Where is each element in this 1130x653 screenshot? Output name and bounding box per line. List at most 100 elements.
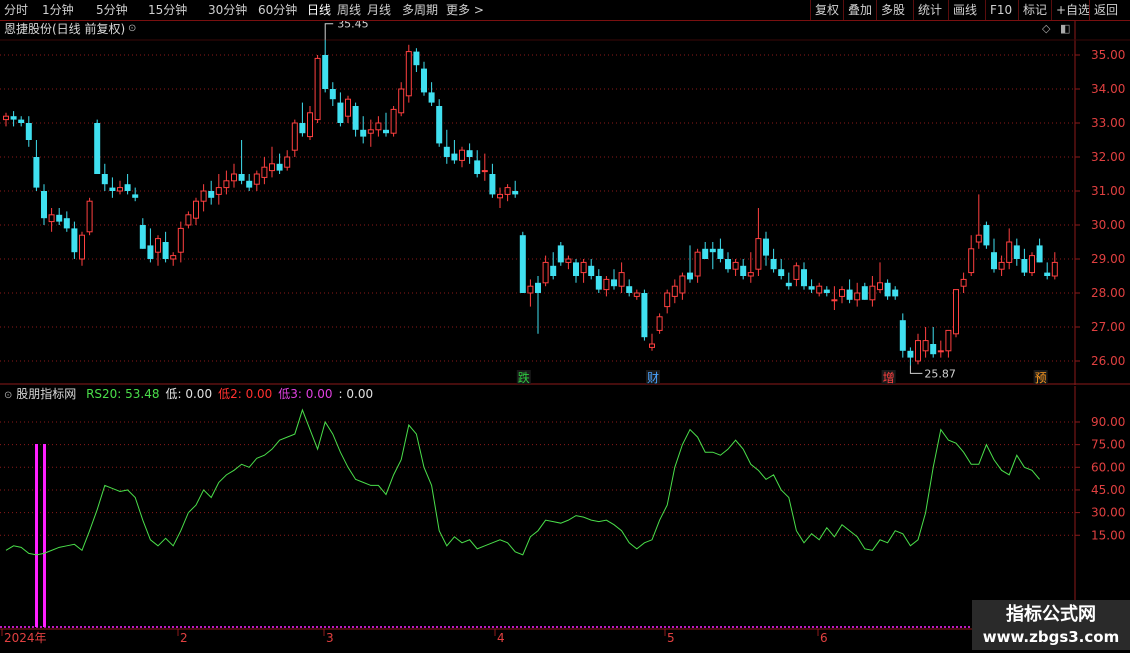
candle-body-up xyxy=(215,187,222,195)
toolbar-separator xyxy=(810,0,811,20)
toolbar-tab-1[interactable]: 1分钟 xyxy=(42,2,74,18)
candle-body-up xyxy=(565,258,572,263)
candle-body-up xyxy=(170,255,177,260)
candle-body-up xyxy=(618,272,625,287)
candle-body-up xyxy=(284,156,291,168)
candle-body-up xyxy=(231,173,237,182)
candle-body-down xyxy=(360,129,367,137)
event-marker-0[interactable]: 跌 xyxy=(518,370,530,385)
toolbar-tab-7[interactable]: 周线 xyxy=(337,2,361,18)
candle-body-up xyxy=(915,340,921,362)
toolbar-tab-6[interactable]: 日线 xyxy=(307,2,331,18)
price-label: 32.00 xyxy=(1091,150,1125,164)
candle-body-up xyxy=(314,57,321,121)
toolbar-tab-9[interactable]: 多周期 xyxy=(402,2,438,18)
candle-body-down xyxy=(41,191,47,219)
event-marker-2[interactable]: 增 xyxy=(883,371,895,385)
toolbar-separator xyxy=(985,0,986,20)
candle-body-up xyxy=(1029,255,1035,274)
legend-item-1: 低: 0.00 xyxy=(165,387,213,401)
candle-body-up xyxy=(117,187,123,192)
price-label: 28.00 xyxy=(1091,286,1125,300)
candle-body-up xyxy=(223,180,230,189)
toolbar-separator xyxy=(913,0,914,20)
rs20-line xyxy=(5,408,1040,556)
candle-body-up xyxy=(86,200,93,233)
candle-body-up xyxy=(398,88,405,114)
candle-body-down xyxy=(770,259,777,270)
candle-body-down xyxy=(474,160,481,174)
candle-body-down xyxy=(573,262,579,276)
toolbar-btn-6[interactable]: 标记 xyxy=(1023,2,1047,18)
candle-body-up xyxy=(481,170,488,173)
candle-body-down xyxy=(899,320,906,351)
candle-body-down xyxy=(801,269,807,287)
event-marker-1[interactable]: 财 xyxy=(647,371,659,385)
candle-body-up xyxy=(877,282,883,291)
candle-body-up xyxy=(269,163,275,172)
toolbar-btn-2[interactable]: 多股 xyxy=(881,2,905,18)
panel-toggle-icon[interactable]: ◧ xyxy=(1060,21,1070,37)
toolbar-tab-4[interactable]: 30分钟 xyxy=(208,2,247,18)
candle-body-up xyxy=(307,112,313,138)
toolbar-btn-7[interactable]: +自选 xyxy=(1056,2,1090,18)
indicator-panel[interactable]: 90.00 75.00 60.00 45.00 30.00 15.00 2024年 2 3 4 5 6… xyxy=(0,386,1130,650)
indicator-name: 股朋指标网 xyxy=(16,387,77,401)
title-dropdown-icon[interactable]: ⊙ xyxy=(128,21,136,37)
indicator-menu-icon[interactable]: ⊙ xyxy=(4,390,12,401)
candle-body-down xyxy=(740,265,747,276)
price-chart-panel[interactable]: 35.00 34.00 33.00 32.00 31.00 30.00 29.00 28.00… xyxy=(0,18,1130,385)
candle-body-up xyxy=(291,122,298,151)
candle-body-up xyxy=(816,285,823,294)
toolbar-tab-5[interactable]: 60分钟 xyxy=(258,2,297,18)
ind-axis-label: 45.00 xyxy=(1091,483,1125,497)
low-marker-line xyxy=(909,365,923,374)
candle-body-down xyxy=(383,129,389,134)
candle-body-down xyxy=(983,225,990,246)
toolbar-btn-4[interactable]: 画线 xyxy=(953,2,977,18)
toolbar-btn-1[interactable]: 叠加 xyxy=(848,2,872,18)
watermark-title: 指标公式网 xyxy=(1006,604,1096,625)
candle-body-up xyxy=(732,261,739,270)
toolbar-separator xyxy=(876,0,877,20)
candle-body-up xyxy=(390,108,397,134)
candle-body-up xyxy=(854,292,861,301)
candle-body-up xyxy=(48,214,55,223)
candle-body-up xyxy=(671,285,678,297)
toolbar-separator xyxy=(948,0,949,20)
toolbar-btn-8[interactable]: 返回 xyxy=(1094,2,1118,18)
candle-body-down xyxy=(611,279,617,287)
event-marker-3[interactable]: 预 xyxy=(1035,371,1047,385)
candle-body-down xyxy=(94,123,101,174)
candle-body-down xyxy=(930,344,937,355)
candle-body-down xyxy=(139,225,146,249)
candle-body-down xyxy=(162,242,169,259)
candle-body-up xyxy=(155,238,161,253)
price-chart-svg[interactable]: 35.00 34.00 33.00 32.00 31.00 30.00 29.00 28.00… xyxy=(0,18,1130,385)
candle-body-down xyxy=(489,174,496,195)
toolbar-tab-10[interactable]: 更多 > xyxy=(446,2,484,18)
candle-body-up xyxy=(459,149,465,161)
candle-body-down xyxy=(329,89,336,100)
candle-body-down xyxy=(421,68,427,93)
candle-body-down xyxy=(884,282,891,297)
candle-body-up xyxy=(960,278,967,287)
toolbar-btn-3[interactable]: 统计 xyxy=(918,2,942,18)
candle-body-down xyxy=(147,245,154,259)
indicator-chart-svg[interactable]: 90.00 75.00 60.00 45.00 30.00 15.00 2024年 2 3 4 5 6 xyxy=(0,386,1130,650)
toolbar-btn-0[interactable]: 复权 xyxy=(815,2,839,18)
candle-body-up xyxy=(580,261,587,274)
diamond-icon[interactable]: ◇ xyxy=(1042,21,1050,37)
candle-body-down xyxy=(763,238,769,256)
toolbar-tab-8[interactable]: 月线 xyxy=(367,2,391,18)
candle-body-up xyxy=(345,98,351,117)
toolbar-tab-0[interactable]: 分时 xyxy=(4,2,28,18)
toolbar-tab-2[interactable]: 5分钟 xyxy=(96,2,128,18)
ind-axis-label: 90.00 xyxy=(1091,415,1125,429)
candle-body-up xyxy=(3,115,9,121)
price-label: 26.00 xyxy=(1091,354,1125,368)
toolbar-tab-3[interactable]: 15分钟 xyxy=(148,2,187,18)
toolbar-btn-5[interactable]: F10 xyxy=(990,2,1012,18)
candle-body-down xyxy=(808,286,815,290)
candle-body-up xyxy=(649,343,655,348)
